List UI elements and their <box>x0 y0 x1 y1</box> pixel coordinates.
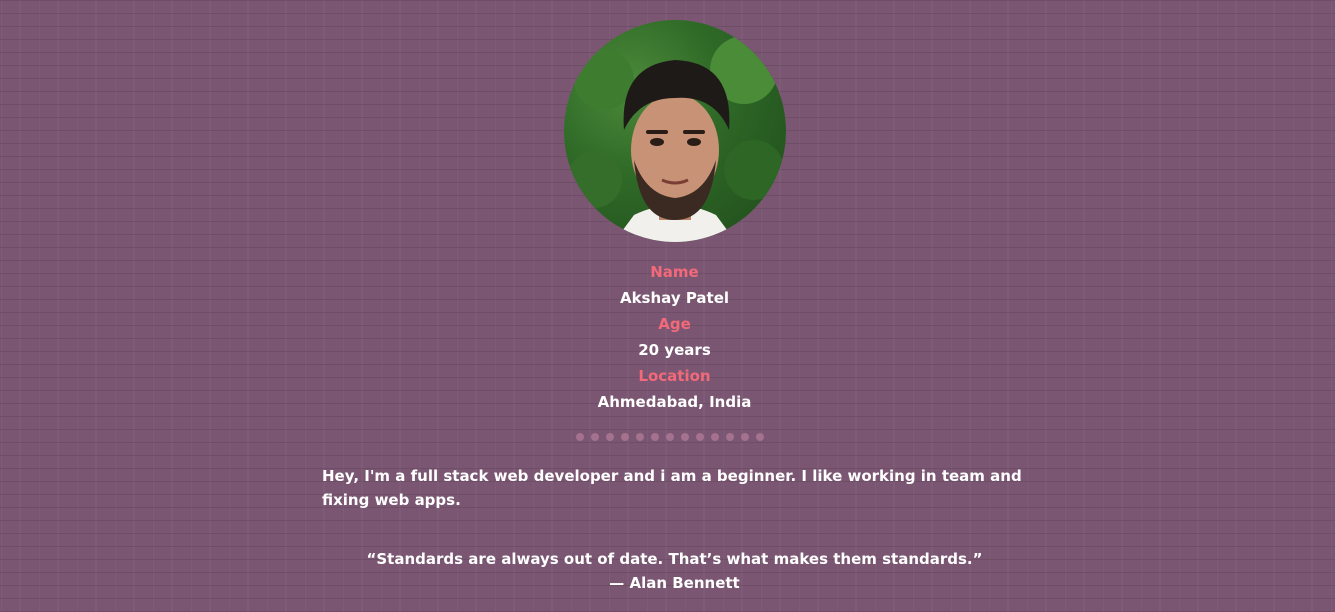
location-value: Ahmedabad, India <box>597 393 752 411</box>
age-value: 20 years <box>638 341 711 359</box>
divider-dot <box>651 433 659 441</box>
dotted-divider <box>576 433 764 441</box>
divider-dot <box>636 433 644 441</box>
quote-author: — Alan Bennett <box>609 574 740 592</box>
divider-dot <box>741 433 749 441</box>
divider-dot <box>726 433 734 441</box>
profile-avatar <box>564 20 786 242</box>
divider-dot <box>576 433 584 441</box>
about-text: Hey, I'm a full stack web developer and … <box>322 467 1022 509</box>
name-value: Akshay Patel <box>619 289 730 307</box>
quote-text: “Standards are always out of date. That’… <box>366 550 983 568</box>
divider-dot <box>711 433 719 441</box>
divider-dot <box>681 433 689 441</box>
location-label: Location <box>638 367 711 385</box>
divider-dot <box>591 433 599 441</box>
name-label: Name <box>650 263 699 281</box>
divider-dot <box>756 433 764 441</box>
divider-dot <box>696 433 704 441</box>
profile-photo <box>566 36 784 242</box>
divider-dot <box>666 433 674 441</box>
quote-block: “Standards are always out of date. That’… <box>0 547 1335 595</box>
divider-dot <box>606 433 614 441</box>
age-label: Age <box>658 315 691 333</box>
divider-dot <box>621 433 629 441</box>
profile-info: Name Akshay Patel Age 20 years Location … <box>0 259 1335 415</box>
